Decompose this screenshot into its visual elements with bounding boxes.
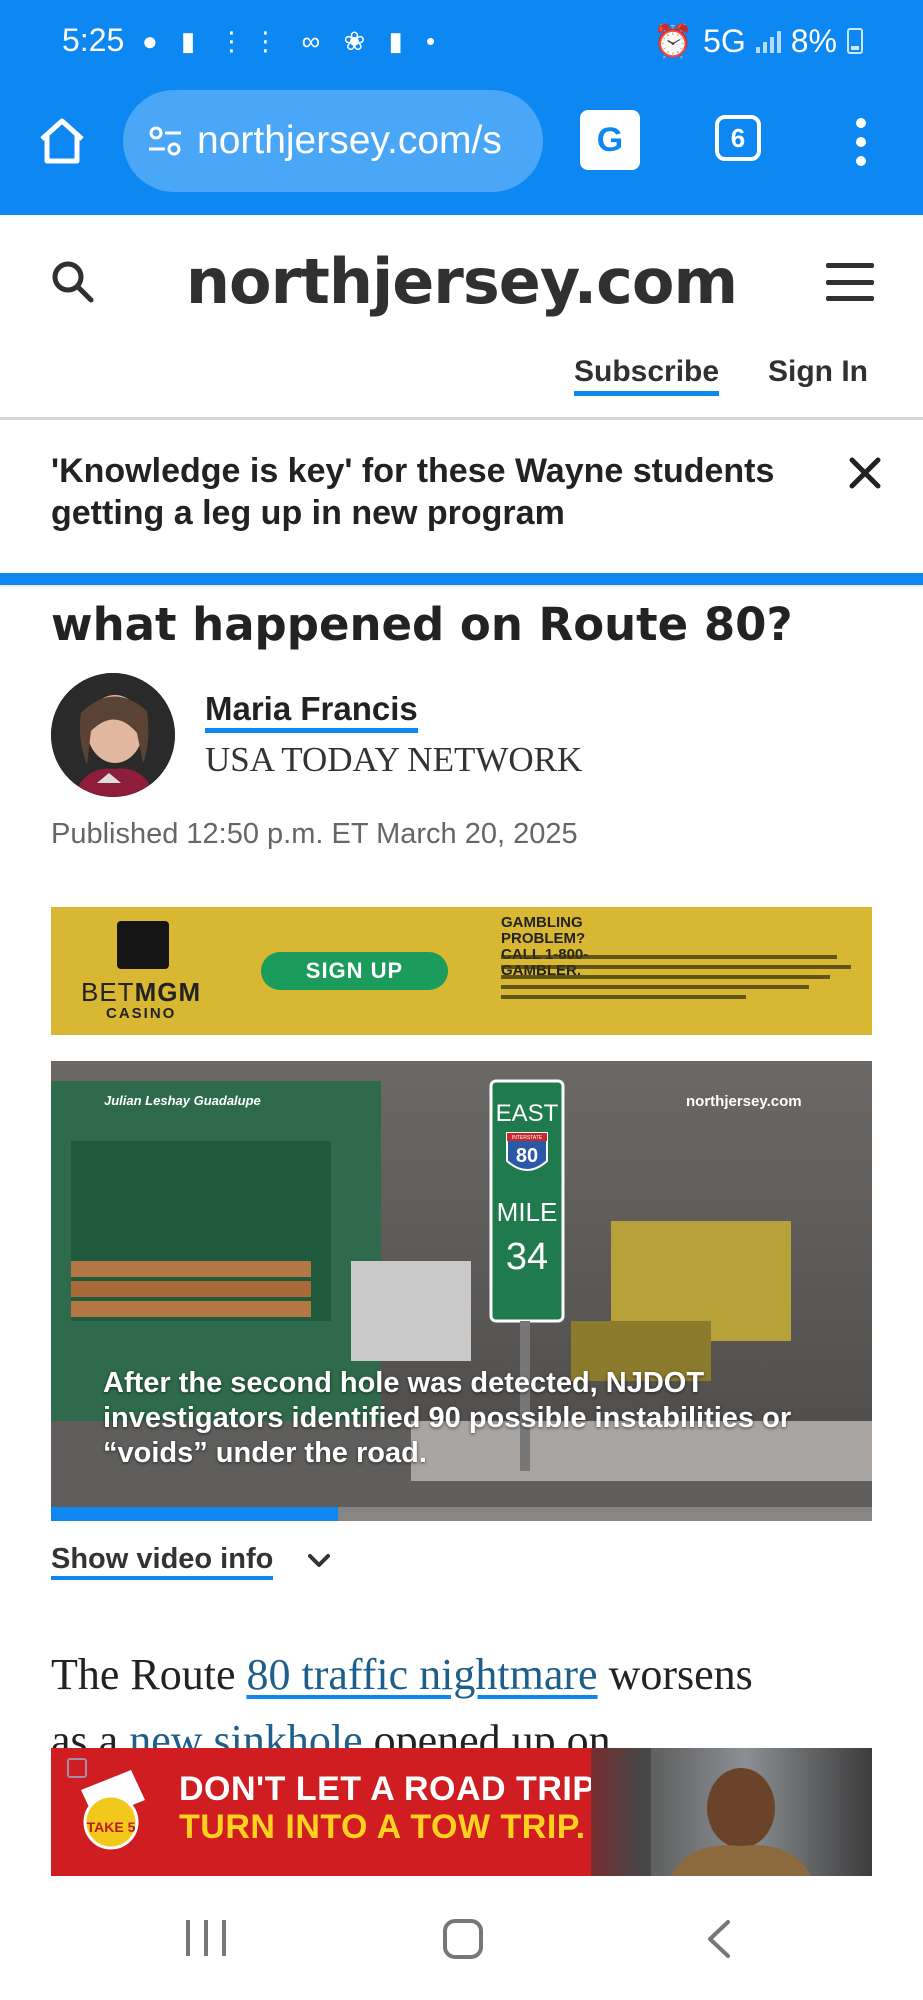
url-text: northjersey.com/s bbox=[197, 119, 502, 162]
ad-brand: BETMGM bbox=[81, 977, 202, 1007]
video-caption: After the second hole was detected, NJDO… bbox=[103, 1367, 792, 1469]
svg-text:TAKE 5: TAKE 5 bbox=[87, 1819, 136, 1835]
status-time: 5:25 bbox=[62, 22, 125, 58]
sign-route-number: 80 bbox=[516, 1145, 538, 1167]
video-brand: northjersey.com bbox=[686, 1093, 802, 1110]
video-progress-fill bbox=[51, 1507, 339, 1521]
author-avatar[interactable] bbox=[51, 673, 175, 797]
subscribe-link[interactable]: Subscribe bbox=[574, 355, 720, 396]
home-icon[interactable] bbox=[36, 115, 88, 167]
status-bar: 5:25 ● ▮ ⋮⋮ ∞ ❀ ▮ • ⏰ 5G 8% bbox=[0, 0, 923, 90]
site-header: northjersey.com Subscribe Sign In bbox=[0, 215, 923, 420]
published-date: Published 12:50 p.m. ET March 20, 2025 bbox=[51, 818, 578, 850]
hamburger-menu-icon[interactable] bbox=[826, 263, 874, 301]
battery-icon bbox=[847, 28, 863, 54]
video-player[interactable]: EAST INTERSTATE 80 MILE 34 Julian Leshay… bbox=[51, 1061, 872, 1521]
sign-in-link[interactable]: Sign In bbox=[768, 355, 868, 389]
ad-casino-label: CASINO bbox=[106, 1005, 177, 1022]
traffic-nightmare-link[interactable]: 80 traffic nightmare bbox=[247, 1650, 598, 1699]
take5-logo: TAKE 5 bbox=[81, 1770, 145, 1850]
browser-menu-icon[interactable] bbox=[852, 118, 870, 166]
recent-apps-icon[interactable] bbox=[186, 1920, 226, 1956]
author-organization: USA TODAY NETWORK bbox=[205, 740, 583, 779]
url-bar[interactable]: northjersey.com/s bbox=[123, 90, 543, 192]
take5-ad[interactable]: TAKE 5 DON'T LET A ROAD TRIP TURN INTO A… bbox=[51, 1748, 872, 1876]
home-nav-icon[interactable] bbox=[443, 1919, 483, 1959]
recommended-story-banner[interactable]: 'Knowledge is key' for these Wayne stude… bbox=[0, 420, 923, 585]
sign-interstate: INTERSTATE bbox=[512, 1135, 543, 1141]
body-line-1: The Route 80 traffic nightmare worsens bbox=[51, 1650, 753, 1699]
site-logo[interactable]: northjersey.com bbox=[0, 245, 923, 318]
network-label: 5G bbox=[703, 22, 746, 59]
lion-logo-icon bbox=[117, 921, 169, 969]
system-nav-bar bbox=[0, 1876, 923, 2000]
video-progress-bar[interactable] bbox=[51, 1507, 872, 1521]
back-icon[interactable] bbox=[700, 1918, 740, 1960]
alarm-icon: ⏰ bbox=[653, 23, 694, 59]
sign-direction: EAST bbox=[496, 1100, 559, 1127]
article-headline: what happened on Route 80? bbox=[51, 598, 793, 651]
translate-icon[interactable]: G bbox=[580, 110, 640, 170]
ad-line-1: DON'T LET A ROAD TRIP bbox=[179, 1770, 596, 1808]
battery-label: 8% bbox=[790, 22, 837, 59]
show-video-info-link[interactable]: Show video info bbox=[51, 1542, 274, 1580]
ad-line-2: TURN INTO A TOW TRIP. bbox=[179, 1808, 586, 1846]
sign-mile: MILE bbox=[497, 1197, 558, 1227]
ad-photo bbox=[591, 1748, 872, 1876]
close-icon[interactable] bbox=[848, 456, 882, 490]
ad-fine-print bbox=[501, 955, 851, 1005]
banner-headline[interactable]: 'Knowledge is key' for these Wayne stude… bbox=[51, 450, 791, 534]
notification-icons: ● ▮ ⋮⋮ ∞ ❀ ▮ • bbox=[142, 26, 444, 56]
betmgm-ad[interactable]: BETMGM CASINO SIGN UP GAMBLING PROBLEM? … bbox=[51, 907, 872, 1035]
author-name-link[interactable]: Maria Francis bbox=[205, 690, 418, 733]
ad-sign-up-button[interactable]: SIGN UP bbox=[261, 952, 448, 990]
video-credit: Julian Leshay Guadalupe bbox=[104, 1093, 261, 1108]
tab-switcher-button[interactable]: 6 bbox=[715, 115, 761, 161]
chevron-down-icon[interactable] bbox=[306, 1548, 332, 1574]
sign-mile-number: 34 bbox=[506, 1236, 548, 1278]
browser-chrome: 5:25 ● ▮ ⋮⋮ ∞ ❀ ▮ • ⏰ 5G 8% northjersey.… bbox=[0, 0, 923, 215]
signal-icon bbox=[755, 29, 781, 53]
site-settings-icon[interactable] bbox=[145, 121, 185, 161]
status-right: ⏰ 5G 8% bbox=[653, 22, 863, 60]
